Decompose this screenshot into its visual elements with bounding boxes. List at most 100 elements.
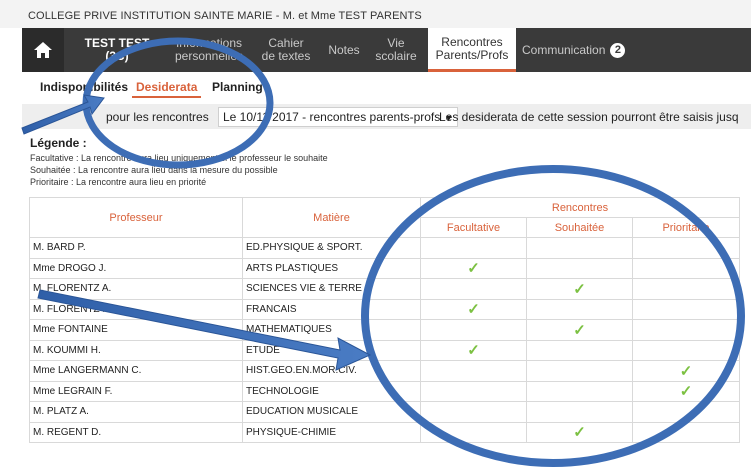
choice-cell-souhaitee[interactable] [526,401,633,423]
nav-user-name[interactable]: TEST TEST (3C) [72,28,162,72]
choice-cell-prioritaire[interactable] [631,421,741,443]
choice-cell-facultative[interactable]: ✓ [420,339,527,361]
professeur-cell: M. FLORENTZ A. [29,278,243,300]
choice-cell-facultative[interactable] [420,278,527,300]
matiere-cell: HIST.GEO.EN.MOR.CIV. [242,360,421,382]
session-bar: pour les rencontres Le 10/11/2017 - renc… [22,104,751,129]
header-matiere: Matière [242,197,421,238]
professeur-cell: Mme FONTAINE [29,319,243,341]
choice-cell-prioritaire[interactable] [631,278,741,300]
choice-cell-souhaitee[interactable]: ✓ [526,319,633,341]
header-rencontres: Rencontres [419,197,741,218]
choice-cell-facultative[interactable]: ✓ [420,298,527,320]
choice-cell-souhaitee[interactable] [526,257,633,279]
header-souhaitee: Souhaitée [526,217,633,238]
professeur-cell: Mme LANGERMANN C. [29,360,243,382]
check-icon: ✓ [467,342,480,360]
choice-cell-prioritaire[interactable] [631,237,741,259]
table-row: Mme LEGRAIN F. TECHNOLOGIE ✓ [29,380,741,402]
choice-cell-prioritaire[interactable]: ✓ [631,360,741,382]
choice-cell-prioritaire[interactable] [631,298,741,320]
choice-cell-souhaitee[interactable] [526,360,633,382]
nav-label: Notes [328,42,360,57]
school-name: COLLEGE PRIVE INSTITUTION SAINTE MARIE -… [28,10,422,22]
check-icon: ✓ [679,383,693,401]
choice-cell-souhaitee[interactable] [526,380,633,402]
table-row: M. BARD P. ED.PHYSIQUE & SPORT. [29,237,741,259]
nav-informations[interactable]: Informations personnelles [170,28,248,72]
choice-cell-prioritaire[interactable]: ✓ [631,380,741,402]
check-icon: ✓ [573,424,586,442]
session-label: pour les rencontres [106,110,209,124]
choice-cell-facultative[interactable] [420,237,527,259]
nav-communication[interactable]: Communication 2 [522,28,634,72]
choice-cell-prioritaire[interactable] [631,401,741,423]
choice-cell-prioritaire[interactable] [631,319,741,341]
main-nav: TEST TEST (3C) Informations personnelles … [22,28,751,72]
nav-cahier-de-textes[interactable]: Cahier de textes [254,28,318,72]
session-selected-value: Le 10/11/2017 - rencontres parents-profs [223,110,441,124]
header-prioritaire: Prioritaire [631,217,741,238]
nav-notes[interactable]: Notes [322,28,366,72]
check-icon: ✓ [573,280,586,298]
choice-cell-facultative[interactable] [420,380,527,402]
table-row: M. KOUMMI H. ETUDE ✓ [29,339,741,361]
session-select[interactable]: Le 10/11/2017 - rencontres parents-profs… [218,107,459,127]
matiere-cell: FRANCAIS [242,298,421,320]
legend-facultative: Facultative : La rencontre aura lieu uni… [30,153,328,163]
choice-cell-facultative[interactable] [420,401,527,423]
home-icon [34,42,52,58]
table-row: M. REGENT D. PHYSIQUE-CHIMIE ✓ [29,421,741,443]
nav-label: personnelles [174,49,244,63]
nav-label: Vie [387,36,405,50]
table-row: M. FLORENTZ A. SCIENCES VIE & TERRE ✓ [29,278,741,300]
choice-cell-souhaitee[interactable]: ✓ [526,278,633,300]
choice-cell-facultative[interactable] [420,360,527,382]
header-professeur: Professeur [29,197,243,238]
choice-cell-prioritaire[interactable] [631,339,741,361]
choice-cell-souhaitee[interactable] [526,339,633,361]
tab-planning[interactable]: Planning [208,78,267,96]
tab-indisponibilites[interactable]: Indisponibilités [36,78,132,96]
nav-label: Parents/Profs [435,47,509,62]
choice-cell-facultative[interactable] [420,319,527,341]
check-icon: ✓ [679,362,693,380]
desiderata-table: Professeur Matière Rencontres Facultativ… [29,197,741,443]
nav-label: Cahier [268,36,304,50]
table-row: Mme DROGO J. ARTS PLASTIQUES ✓ [29,257,741,279]
school-header-bar: COLLEGE PRIVE INSTITUTION SAINTE MARIE -… [0,0,751,28]
professeur-cell: M. REGENT D. [29,421,243,443]
table-row: M. FLORENTZ N. FRANCAIS ✓ [29,298,741,320]
nav-label: Rencontres [441,34,503,49]
matiere-cell: MATHEMATIQUES [242,319,421,341]
choice-cell-facultative[interactable] [420,421,527,443]
table-row: Mme LANGERMANN C. HIST.GEO.EN.MOR.CIV. ✓ [29,360,741,382]
professeur-cell: M. KOUMMI H. [29,339,243,361]
choice-cell-souhaitee[interactable]: ✓ [526,421,633,443]
choice-cell-facultative[interactable]: ✓ [420,257,527,279]
matiere-cell: PHYSIQUE-CHIMIE [242,421,421,443]
professeur-cell: M. FLORENTZ N. [29,298,243,320]
professeur-cell: M. PLATZ A. [29,401,243,423]
legend-souhaitee: Souhaitée : La rencontre aura lieu dans … [30,165,278,175]
header-facultative: Facultative [420,217,527,238]
tab-desiderata[interactable]: Desiderata [132,78,202,98]
nav-label: Communication [522,42,606,57]
nav-label: scolaire [375,49,417,63]
matiere-cell: EDUCATION MUSICALE [242,401,421,423]
nav-vie-scolaire[interactable]: Vie scolaire [368,28,424,72]
session-note: Les desiderata de cette session pourront… [439,110,739,124]
legend-title: Légende : [30,136,87,150]
professeur-cell: Mme DROGO J. [29,257,243,279]
home-button[interactable] [22,28,64,72]
choice-cell-souhaitee[interactable] [526,298,633,320]
professeur-cell: Mme LEGRAIN F. [29,380,243,402]
matiere-cell: ARTS PLASTIQUES [242,257,421,279]
nav-label: Informations [175,36,242,50]
legend-prioritaire: Prioritaire : La rencontre aura lieu en … [30,177,207,187]
choice-cell-souhaitee[interactable] [526,237,633,259]
choice-cell-prioritaire[interactable] [631,257,741,279]
nav-rencontres-parents-profs[interactable]: Rencontres Parents/Profs [428,28,516,72]
table-row: M. PLATZ A. EDUCATION MUSICALE [29,401,741,423]
check-icon: ✓ [573,321,586,339]
